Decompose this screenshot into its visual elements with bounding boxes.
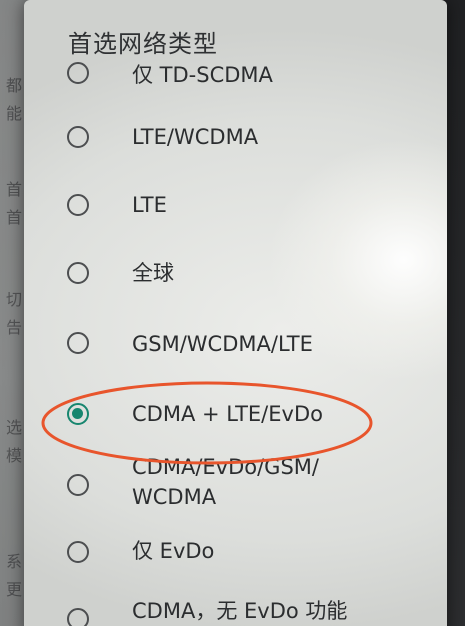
- radio-selected-icon[interactable]: [67, 403, 89, 425]
- option-label: 仅 EvDo: [132, 539, 215, 563]
- radio-icon[interactable]: [67, 62, 89, 84]
- background-text: 首: [6, 180, 23, 199]
- radio-icon[interactable]: [67, 608, 89, 626]
- option-evdo-only[interactable]: 仅 EvDo: [24, 524, 447, 584]
- option-lte[interactable]: LTE: [24, 178, 447, 238]
- option-label: LTE: [132, 193, 167, 217]
- option-cdma-no-evdo[interactable]: CDMA，无 EvDo 功能: [24, 592, 447, 626]
- radio-icon[interactable]: [67, 541, 89, 563]
- background-text: 模: [6, 446, 23, 465]
- background-text: 都: [6, 76, 23, 95]
- background-text: 选: [6, 418, 23, 437]
- option-td-scdma-only[interactable]: 仅 TD-SCDMA: [24, 52, 447, 112]
- option-cdma-evdo-gsm-wcdma[interactable]: CDMA/EvDo/GSM/ WCDMA: [24, 452, 447, 520]
- option-label: CDMA + LTE/EvDo: [132, 402, 323, 426]
- radio-icon[interactable]: [67, 126, 89, 148]
- background-text: 告: [6, 318, 23, 337]
- radio-icon[interactable]: [67, 194, 89, 216]
- background-text: 系: [6, 552, 23, 571]
- background-text: 更: [6, 580, 23, 599]
- option-label: CDMA，无 EvDo 功能: [132, 599, 348, 623]
- option-label: LTE/WCDMA: [132, 125, 259, 149]
- screen: 都 能 首 首 切 告 选 模 系 更 首选网络类型 仅 TD-SCDMA LT…: [0, 0, 465, 626]
- background-text: 能: [6, 104, 23, 123]
- option-gsm-wcdma-lte[interactable]: GSM/WCDMA/LTE: [24, 316, 447, 376]
- radio-icon[interactable]: [67, 332, 89, 354]
- network-type-dialog: 首选网络类型 仅 TD-SCDMA LTE/WCDMA LTE 全球 GSM/W…: [24, 0, 447, 626]
- background-text: 首: [6, 208, 23, 227]
- option-global[interactable]: 全球: [24, 245, 447, 305]
- background-text: 切: [6, 290, 23, 309]
- option-label: 仅 TD-SCDMA: [132, 63, 273, 87]
- radio-icon[interactable]: [67, 262, 89, 284]
- option-lte-wcdma[interactable]: LTE/WCDMA: [24, 110, 447, 170]
- option-label: 全球: [132, 261, 174, 285]
- option-cdma-lte-evdo[interactable]: CDMA + LTE/EvDo: [24, 386, 447, 446]
- option-label: GSM/WCDMA/LTE: [132, 332, 313, 356]
- radio-icon[interactable]: [67, 474, 89, 496]
- option-label: CDMA/EvDo/GSM/ WCDMA: [132, 455, 319, 509]
